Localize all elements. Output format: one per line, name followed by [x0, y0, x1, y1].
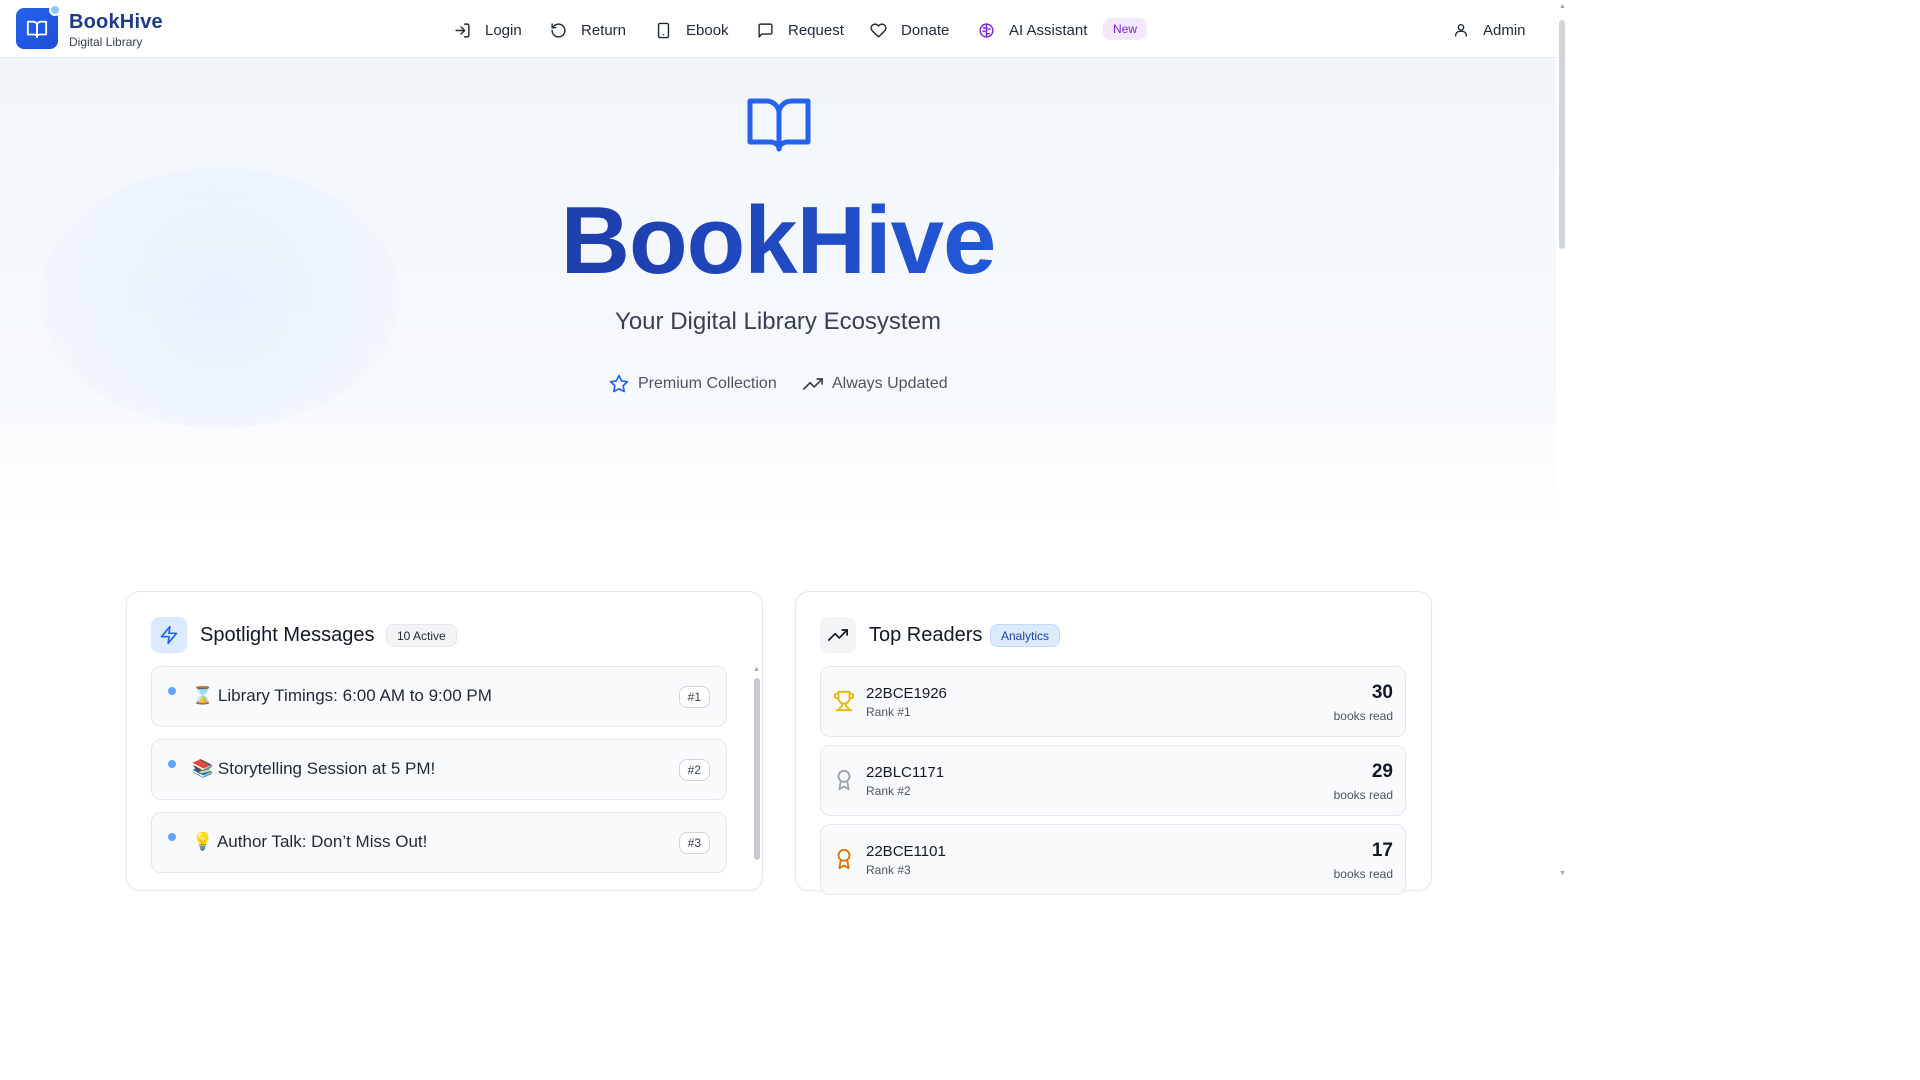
message-dot: [168, 833, 176, 841]
admin-label: Admin: [1483, 21, 1526, 39]
message-label: Library Timings: 6:00 AM to 9:00 PM: [217, 686, 492, 705]
feature-always-updated: Always Updated: [803, 372, 948, 396]
trophy-icon: [833, 690, 855, 712]
medal-icon: [837, 769, 851, 791]
scroll-up-arrow-icon[interactable]: ▲: [1559, 3, 1566, 10]
tablet-icon: [657, 22, 670, 38]
heart-icon: [870, 22, 887, 38]
reader-books-count: 30: [1371, 682, 1393, 703]
reader-books-unit: books read: [1333, 788, 1393, 802]
message-number-badge: #1: [678, 686, 710, 708]
spotlight-message[interactable]: 📚 Storytelling Session at 5 PM! #2: [151, 739, 727, 800]
spotlight-message[interactable]: ⌛ Library Timings: 6:00 AM to 9:00 PM #1: [151, 666, 727, 727]
reader-books-unit: books read: [1333, 709, 1393, 723]
nav-donate[interactable]: Donate: [870, 17, 949, 43]
lightbulb-icon: 💡: [192, 832, 214, 851]
new-badge: New: [1103, 18, 1148, 40]
star-icon: [609, 374, 629, 393]
reader-id: 22BLC1171: [866, 764, 945, 781]
nav-return-label: Return: [581, 21, 627, 39]
message-number-badge: #2: [678, 759, 710, 781]
nav-login[interactable]: Login: [454, 17, 522, 43]
nav-ebook-label: Ebook: [686, 21, 729, 39]
message-text: 📚 Storytelling Session at 5 PM!: [192, 759, 435, 779]
logo-status-dot: [49, 4, 61, 16]
message-label: Storytelling Session at 5 PM!: [217, 759, 436, 778]
message-dot: [168, 687, 176, 695]
nav-request-label: Request: [788, 21, 844, 39]
spotlight-messages-card: Spotlight Messages 10 Active ⌛ Library T…: [126, 591, 763, 891]
trending-up-icon: [828, 629, 848, 641]
top-readers-title: Top Readers: [869, 624, 983, 646]
reader-id: 22BCE1101: [866, 843, 946, 860]
top-readers-icon-box: [820, 617, 856, 653]
nav-return[interactable]: Return: [550, 17, 626, 43]
hourglass-icon: ⌛: [192, 686, 214, 705]
nav-ai-assistant-label: AI Assistant: [1009, 21, 1088, 39]
top-navbar: BookHive Digital Library Login Return Eb…: [0, 0, 1568, 58]
feature-premium-collection: Premium Collection: [609, 372, 777, 396]
nav-ebook[interactable]: Ebook: [655, 17, 729, 43]
page-scroll-thumb[interactable]: [1559, 20, 1565, 249]
brand-subtitle: Digital Library: [69, 35, 143, 49]
book-open-icon: [747, 98, 811, 152]
nav-ai-assistant[interactable]: AI Assistant: [978, 17, 1087, 43]
reader-id: 22BCE1926: [866, 685, 947, 702]
feature-premium-label: Premium Collection: [638, 375, 777, 392]
spotlight-message[interactable]: 💡 Author Talk: Don’t Miss Out! #3: [151, 812, 727, 873]
admin-menu[interactable]: Admin: [1453, 17, 1526, 43]
nav-login-label: Login: [485, 21, 522, 39]
book-open-icon: [26, 20, 48, 38]
spotlight-icon-box: [151, 617, 187, 653]
spotlight-active-badge: 10 Active: [386, 624, 457, 647]
hero-title: BookHive: [0, 186, 1556, 296]
message-label: Author Talk: Don’t Miss Out!: [216, 832, 428, 851]
top-readers-card: Top Readers Analytics 22BCE1926 Rank #1 …: [795, 591, 1432, 895]
trending-up-icon: [803, 378, 823, 390]
reader-books-unit: books read: [1333, 867, 1393, 881]
message-text: ⌛ Library Timings: 6:00 AM to 9:00 PM: [192, 686, 492, 706]
reader-row[interactable]: 22BLC1171 Rank #2 29 books read: [820, 745, 1406, 816]
user-icon: [1455, 24, 1467, 37]
analytics-badge: Analytics: [990, 624, 1061, 647]
hero-subtitle: Your Digital Library Ecosystem: [615, 308, 941, 335]
books-icon: 📚: [192, 759, 214, 778]
spotlight-title: Spotlight Messages: [200, 624, 375, 646]
message-text: 💡 Author Talk: Don’t Miss Out!: [192, 832, 427, 852]
messages-scroll-thumb[interactable]: [754, 678, 760, 860]
feature-updated-label: Always Updated: [832, 375, 948, 392]
lightning-icon: [160, 625, 178, 645]
message-number-badge: #3: [678, 832, 710, 854]
reader-rank: Rank #3: [866, 863, 911, 877]
scroll-down-arrow-icon[interactable]: ▼: [1559, 870, 1566, 877]
brain-icon: [979, 22, 994, 38]
award-icon: [837, 848, 851, 870]
reader-books-count: 17: [1371, 840, 1393, 861]
message-dot: [168, 760, 176, 768]
messages-scroll-up-icon[interactable]: ▲: [753, 666, 760, 673]
return-icon: [551, 22, 566, 38]
reader-rank: Rank #2: [866, 784, 911, 798]
reader-books-count: 29: [1371, 761, 1393, 782]
brand-name[interactable]: BookHive: [69, 11, 163, 34]
nav-request[interactable]: Request: [757, 17, 844, 43]
reader-rank: Rank #1: [866, 705, 911, 719]
message-icon: [758, 22, 773, 38]
reader-row[interactable]: 22BCE1101 Rank #3 17 books read: [820, 824, 1406, 895]
nav-donate-label: Donate: [901, 21, 950, 39]
login-icon: [455, 22, 470, 38]
reader-row[interactable]: 22BCE1926 Rank #1 30 books read: [820, 666, 1406, 737]
